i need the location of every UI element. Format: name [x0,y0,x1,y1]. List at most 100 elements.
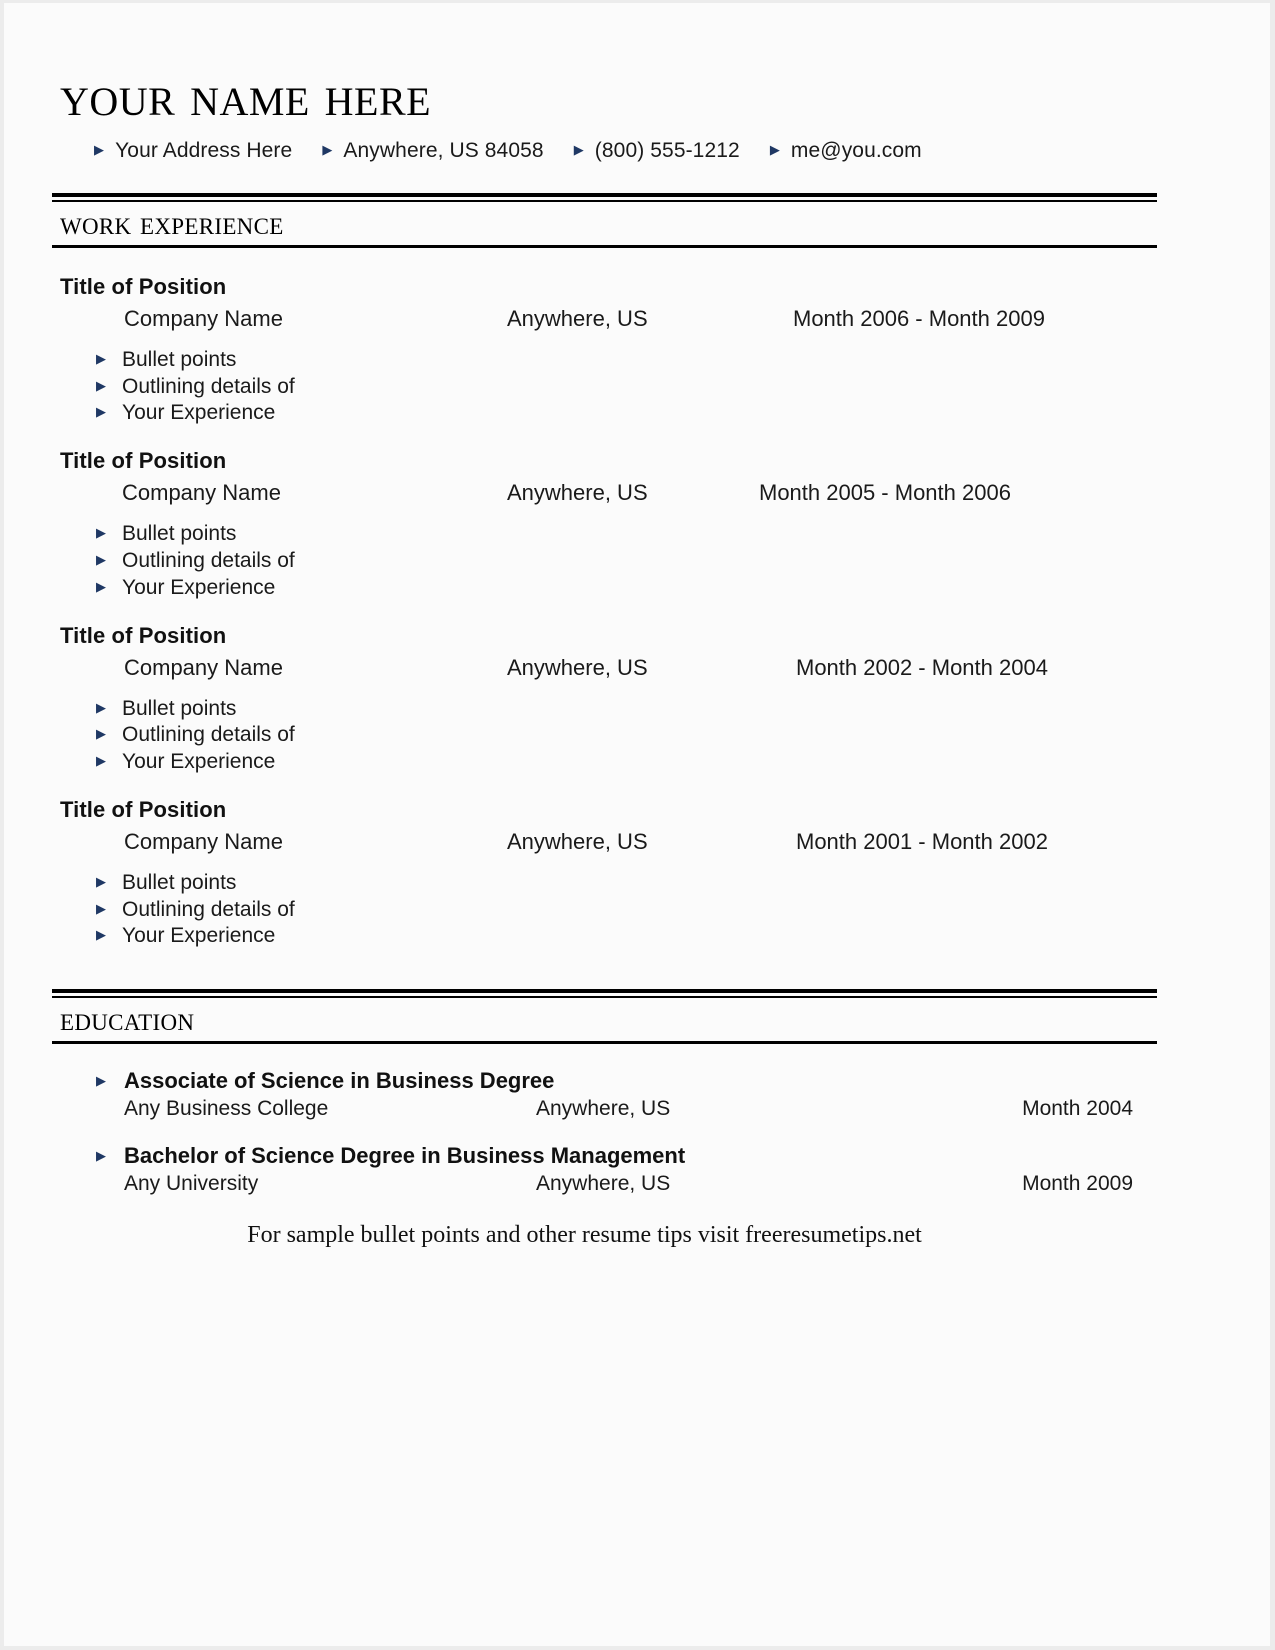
job-bullet-item: ▶ Outlining details of [96,549,1157,574]
triangle-bullet-icon: ▶ [96,350,106,366]
education-meta-row: Any University Anywhere, US Month 2009 [96,1172,1157,1196]
job-location: Anywhere, US [507,654,648,680]
job-entry: Title of Position Company Name Anywhere,… [52,623,1157,775]
contact-email-text: me@you.com [790,139,922,162]
work-experience-section-header: Work Experience [52,193,1157,248]
job-bullet-text: Outlining details of [122,374,295,398]
education-location: Anywhere, US [536,1097,671,1121]
job-company: Company Name [124,305,283,331]
job-meta-row: Company Name Anywhere, US Month 2006 - M… [52,306,1157,332]
triangle-bullet-icon: ▶ [94,142,105,157]
triangle-bullet-icon: ▶ [96,377,106,393]
job-title: Title of Position [60,273,227,299]
education-date: Month 2009 [1022,1172,1133,1196]
job-bullet-list: ▶ Bullet points ▶ Outlining details of ▶ Yo… [96,522,1157,600]
job-dates: Month 2005 - Month 2006 [759,480,1011,506]
job-entry: Title of Position Company Name Anywhere,… [52,448,1157,600]
job-bullet-text: Your Experience [122,575,276,599]
triangle-bullet-icon: ▶ [769,142,780,157]
job-bullet-item: ▶ Outlining details of [96,723,1157,748]
job-bullet-list: ▶ Bullet points ▶ Outlining details of ▶ Yo… [96,348,1157,426]
job-bullet-list: ▶ Bullet points ▶ Outlining details of ▶ Yo… [96,697,1157,775]
triangle-bullet-icon: ▶ [96,578,106,594]
job-title: Title of Position [60,622,227,648]
triangle-bullet-icon: ▶ [96,753,106,769]
job-meta-row: Company Name Anywhere, US Month 2002 - M… [52,655,1157,681]
education-location: Anywhere, US [536,1172,671,1196]
triangle-bullet-icon: ▶ [96,552,106,568]
job-bullet-item: ▶ Bullet points [96,871,1157,896]
job-company: Company Name [124,654,283,680]
page-edge-bottom [0,1646,1275,1650]
job-company: Company Name [124,828,283,854]
job-entry: Title of Position Company Name Anywhere,… [52,274,1157,426]
education-degree-row: ▶ Bachelor of Science Degree in Business… [96,1143,1157,1169]
job-bullet-text: Bullet points [122,522,237,546]
job-bullet-text: Your Experience [122,924,276,948]
education-list: ▶ Associate of Science in Business Degre… [96,1068,1157,1196]
job-bullet-text: Outlining details of [122,723,295,747]
page-edge-right [1270,0,1275,1650]
job-bullet-item: ▶ Outlining details of [96,375,1157,400]
job-bullet-text: Bullet points [122,870,237,894]
education-degree-row: ▶ Associate of Science in Business Degre… [96,1068,1157,1094]
job-bullet-text: Bullet points [122,696,237,720]
section-rule-bottom [52,1041,1157,1045]
education-section-header: Education [52,989,1157,1045]
job-location: Anywhere, US [507,480,648,506]
job-bullet-list: ▶ Bullet points ▶ Outlining details of ▶ Yo… [96,871,1157,949]
job-dates: Month 2006 - Month 2009 [793,305,1045,331]
contact-phone-text: (800) 555-1212 [594,139,740,162]
triangle-bullet-icon: ▶ [573,142,584,157]
education-degree: Bachelor of Science Degree in Business M… [124,1143,686,1169]
job-bullet-item: ▶ Your Experience [96,750,1157,775]
job-dates: Month 2001 - Month 2002 [796,828,1048,854]
job-location: Anywhere, US [507,828,648,854]
triangle-bullet-icon: ▶ [96,1073,106,1089]
section-title-work-experience: Work Experience [60,206,284,242]
job-bullet-item: ▶ Your Experience [96,576,1157,601]
education-degree: Associate of Science in Business Degree [124,1068,555,1094]
contact-item-address: ▶ Your Address Here [94,139,292,163]
page-edge-left [0,0,4,1650]
contact-address-text: Your Address Here [115,139,293,162]
triangle-bullet-icon: ▶ [96,1148,106,1164]
candidate-name: Your Name Here [60,65,432,128]
resume-page: Your Name Here ▶ Your Address Here ▶ Anywh… [0,0,1275,1650]
resume-tip-footer: For sample bullet points and other resum… [247,1222,922,1249]
education-section: Education ▶ Associate of Science in Busi… [52,989,1157,1196]
contact-item-phone: ▶ (800) 555-1212 [574,139,740,163]
education-school: Any University [124,1172,259,1196]
job-company: Company Name [122,480,281,506]
section-rule-bottom [52,244,1157,248]
job-bullet-text: Your Experience [122,750,276,774]
section-rule-double-top [52,193,1157,202]
contact-line: ▶ Your Address Here ▶ Anywhere, US 84058 ▶… [94,139,1157,163]
job-entry: Title of Position Company Name Anywhere,… [52,797,1157,949]
education-date: Month 2004 [1022,1097,1133,1121]
education-entry: ▶ Associate of Science in Business Degre… [96,1068,1157,1121]
job-bullet-item: ▶ Your Experience [96,924,1157,949]
triangle-bullet-icon: ▶ [96,873,106,889]
job-bullet-text: Your Experience [122,401,276,425]
section-rule-double-top [52,989,1157,999]
triangle-bullet-icon: ▶ [96,404,106,420]
job-bullet-item: ▶ Outlining details of [96,898,1157,923]
triangle-bullet-icon: ▶ [96,726,106,742]
triangle-bullet-icon: ▶ [96,927,106,943]
education-meta-row: Any Business College Anywhere, US Month … [96,1097,1157,1121]
section-title-education: Education [60,1002,195,1039]
triangle-bullet-icon: ▶ [96,699,106,715]
job-meta-row: Company Name Anywhere, US Month 2001 - M… [52,829,1157,855]
job-location: Anywhere, US [507,305,648,331]
job-bullet-item: ▶ Bullet points [96,697,1157,722]
job-bullet-text: Bullet points [122,347,237,371]
contact-city-text: Anywhere, US 84058 [343,139,544,162]
job-bullet-item: ▶ Bullet points [96,348,1157,373]
job-bullet-text: Outlining details of [122,897,295,921]
job-bullet-text: Outlining details of [122,549,295,573]
education-entry: ▶ Bachelor of Science Degree in Business… [96,1143,1157,1196]
job-title: Title of Position [60,796,227,822]
job-dates: Month 2002 - Month 2004 [796,654,1048,680]
education-school: Any Business College [124,1097,329,1121]
